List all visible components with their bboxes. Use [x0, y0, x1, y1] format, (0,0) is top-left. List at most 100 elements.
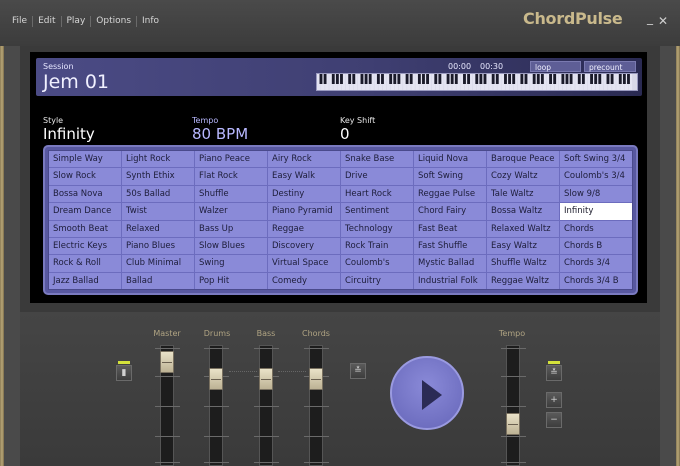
style-cell[interactable]: Circuitry	[341, 272, 413, 289]
style-cell[interactable]: Industrial Folk	[414, 272, 486, 289]
style-cell[interactable]: Reggae	[268, 220, 340, 237]
fader-tick	[501, 462, 526, 463]
style-cell[interactable]: Piano Blues	[122, 237, 194, 255]
style-cell[interactable]: Relaxed	[122, 220, 194, 237]
tempo-value[interactable]: 80 BPM	[192, 125, 248, 143]
style-cell[interactable]: Sentiment	[341, 203, 413, 220]
style-cell[interactable]: Twist	[122, 203, 194, 220]
master-fader[interactable]	[155, 345, 180, 466]
bass-label: Bass	[256, 329, 276, 338]
style-cell[interactable]: Chords 3/4	[560, 255, 632, 272]
style-cell[interactable]: Synth Ethix	[122, 168, 194, 185]
close-button[interactable]: ✕	[657, 14, 669, 28]
style-cell[interactable]: Coulomb's 3/4	[560, 168, 632, 185]
style-cell[interactable]: Easy Waltz	[487, 237, 559, 255]
style-cell[interactable]: Soft Swing 3/4	[560, 151, 632, 168]
mute-button[interactable]: ▮	[116, 365, 132, 381]
black-key	[389, 74, 393, 84]
fader-knob[interactable]	[309, 368, 323, 390]
fader-knob[interactable]	[209, 368, 223, 390]
style-cell[interactable]: Electric Keys	[49, 237, 121, 255]
style-cell[interactable]: Reggae Pulse	[414, 185, 486, 203]
fader-tick	[155, 436, 180, 437]
style-cell[interactable]: Destiny	[268, 185, 340, 203]
piano-keyboard[interactable]	[316, 73, 638, 91]
style-cell[interactable]: Cozy Waltz	[487, 168, 559, 185]
chords-fader[interactable]	[304, 345, 329, 466]
style-cell[interactable]: Liquid Nova	[414, 151, 486, 168]
style-cell[interactable]: Snake Base	[341, 151, 413, 168]
style-cell[interactable]: 50s Ballad	[122, 185, 194, 203]
menu-options[interactable]: Options	[91, 16, 138, 27]
style-cell[interactable]: Swing	[195, 255, 267, 272]
session-name[interactable]: Jem 01	[43, 71, 109, 93]
style-cell[interactable]: Relaxed Waltz	[487, 220, 559, 237]
style-cell[interactable]: Easy Walk	[268, 168, 340, 185]
style-cell[interactable]: Baroque Peace	[487, 151, 559, 168]
menu-play[interactable]: Play	[62, 16, 92, 27]
minimize-button[interactable]: _	[644, 11, 656, 25]
style-cell[interactable]: Slow Rock	[49, 168, 121, 185]
style-cell[interactable]: Piano Peace	[195, 151, 267, 168]
style-cell[interactable]: Rock Train	[341, 237, 413, 255]
style-cell[interactable]: Discovery	[268, 237, 340, 255]
style-cell[interactable]: Flat Rock	[195, 168, 267, 185]
style-cell[interactable]: Technology	[341, 220, 413, 237]
precount-toggle[interactable]: precount off	[584, 61, 636, 83]
sync-tempo-button[interactable]: ≛	[546, 365, 562, 381]
drums-fader[interactable]	[204, 345, 229, 466]
tempo-fader[interactable]	[501, 345, 526, 466]
style-cell[interactable]: Infinity	[560, 203, 632, 220]
style-cell[interactable]: Chord Fairy	[414, 203, 486, 220]
style-cell[interactable]: Bossa Waltz	[487, 203, 559, 220]
tempo-minus-button[interactable]: −	[546, 412, 562, 428]
style-cell[interactable]: Airy Rock	[268, 151, 340, 168]
style-cell[interactable]: Mystic Ballad	[414, 255, 486, 272]
menu-file[interactable]: File	[8, 16, 34, 27]
style-cell[interactable]: Chords	[560, 220, 632, 237]
fader-knob[interactable]	[259, 368, 273, 390]
play-button[interactable]	[390, 356, 464, 430]
fader-knob[interactable]	[160, 351, 174, 373]
sync-chords-button[interactable]: ≛	[350, 363, 366, 379]
style-cell[interactable]: Reggae Waltz	[487, 272, 559, 289]
style-cell[interactable]: Rock & Roll	[49, 255, 121, 272]
style-cell[interactable]: Virtual Space	[268, 255, 340, 272]
style-cell[interactable]: Club Minimal	[122, 255, 194, 272]
style-cell[interactable]: Tale Waltz	[487, 185, 559, 203]
style-cell[interactable]: Bass Up	[195, 220, 267, 237]
style-cell[interactable]: Ballad	[122, 272, 194, 289]
fader-knob[interactable]	[506, 413, 520, 435]
menu-edit[interactable]: Edit	[33, 16, 62, 27]
style-cell[interactable]: Slow 9/8	[560, 185, 632, 203]
style-cell[interactable]: Pop Hit	[195, 272, 267, 289]
style-cell[interactable]: Slow Blues	[195, 237, 267, 255]
style-cell[interactable]: Fast Beat	[414, 220, 486, 237]
style-cell[interactable]: Dream Dance	[49, 203, 121, 220]
loop-region-toggle[interactable]: loop region	[530, 61, 581, 83]
style-cell[interactable]: Drive	[341, 168, 413, 185]
style-cell[interactable]: Bossa Nova	[49, 185, 121, 203]
style-cell[interactable]: Piano Pyramid	[268, 203, 340, 220]
style-cell[interactable]: Coulomb's	[341, 255, 413, 272]
style-cell[interactable]: Shuffle Waltz	[487, 255, 559, 272]
style-cell[interactable]: Comedy	[268, 272, 340, 289]
style-value: Infinity	[43, 125, 95, 143]
mixer-panel	[20, 312, 660, 466]
style-cell[interactable]: Simple Way	[49, 151, 121, 168]
menu-info[interactable]: Info	[137, 16, 164, 27]
style-cell[interactable]: Shuffle	[195, 185, 267, 203]
style-cell[interactable]: Smooth Beat	[49, 220, 121, 237]
style-cell[interactable]: Walzer	[195, 203, 267, 220]
style-cell[interactable]: Chords B	[560, 237, 632, 255]
style-cell[interactable]: Light Rock	[122, 151, 194, 168]
tempo-plus-button[interactable]: +	[546, 392, 562, 408]
style-cell[interactable]: Soft Swing	[414, 168, 486, 185]
bass-fader[interactable]	[254, 345, 279, 466]
style-cell[interactable]: Jazz Ballad	[49, 272, 121, 289]
key-shift-value[interactable]: 0	[340, 125, 350, 143]
style-cell[interactable]: Fast Shuffle	[414, 237, 486, 255]
style-cell[interactable]: Heart Rock	[341, 185, 413, 203]
style-cell[interactable]: Chords 3/4 B	[560, 272, 632, 289]
black-key	[454, 74, 458, 84]
